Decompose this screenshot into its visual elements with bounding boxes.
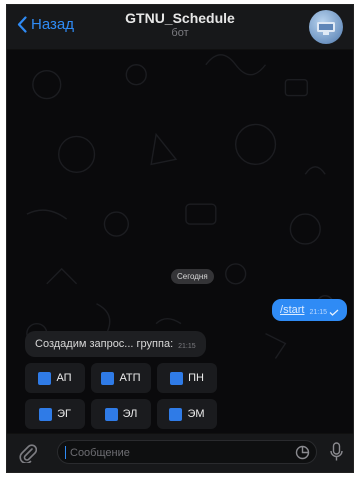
microphone-icon <box>330 442 343 461</box>
keyboard-button-eg[interactable]: ЭГ <box>25 399 85 429</box>
incoming-message[interactable]: Создадим запрос... группа: 21:15 <box>25 331 206 357</box>
text-caret <box>65 446 66 459</box>
blue-square-icon <box>39 407 53 421</box>
keyboard-button-label: ЭМ <box>187 408 205 420</box>
keyboard-button-label: АП <box>56 372 72 384</box>
blue-square-icon <box>169 407 183 421</box>
sticker-icon <box>295 445 310 460</box>
outgoing-message-text[interactable]: /start <box>280 304 304 316</box>
keyboard-button-label: ЭЛ <box>122 408 138 420</box>
keyboard-button-el[interactable]: ЭЛ <box>91 399 151 429</box>
paperclip-icon <box>19 444 38 464</box>
keyboard-button-label: ЭГ <box>57 408 71 420</box>
chat-title-block[interactable]: GTNU_Schedule бот <box>7 9 353 40</box>
keyboard-button-label: АТП <box>119 372 141 384</box>
avatar-image <box>317 22 335 35</box>
incoming-message-time: 21:15 <box>178 343 196 350</box>
blue-square-icon <box>170 371 184 385</box>
keyboard-row: ЭГ ЭЛ ЭМ <box>25 399 315 429</box>
voice-message-button[interactable] <box>330 442 343 467</box>
chat-title: GTNU_Schedule <box>125 10 235 26</box>
keyboard-button-atp[interactable]: АТП <box>91 363 151 393</box>
chat-header: Назад GTNU_Schedule бот <box>7 5 353 50</box>
outgoing-message-time: 21:15 <box>309 309 327 316</box>
sticker-button[interactable] <box>295 445 310 465</box>
keyboard-button-ap[interactable]: АП <box>25 363 85 393</box>
chat-subtitle: бот <box>171 27 189 39</box>
message-input-field[interactable] <box>57 440 317 464</box>
outgoing-message[interactable]: /start 21:15 <box>272 299 347 321</box>
keyboard-button-pn[interactable]: ПН <box>157 363 217 393</box>
blue-square-icon <box>104 407 118 421</box>
read-check-icon <box>329 309 339 316</box>
message-composer <box>7 433 353 472</box>
keyboard-button-em[interactable]: ЭМ <box>157 399 217 429</box>
date-separator: Сегодня <box>171 269 214 284</box>
blue-square-icon <box>38 371 52 385</box>
chat-screen: Назад GTNU_Schedule бот Сегодня /start 2… <box>6 4 354 473</box>
inline-keyboard: АП АТП ПН ЭГ ЭЛ ЭМ <box>25 363 315 435</box>
incoming-message-text: Создадим запрос... группа: <box>35 338 174 350</box>
keyboard-row: АП АТП ПН <box>25 363 315 393</box>
bot-avatar[interactable] <box>309 10 343 44</box>
blue-square-icon <box>101 371 115 385</box>
attach-button[interactable] <box>19 443 38 468</box>
message-input[interactable] <box>68 444 272 462</box>
keyboard-button-label: ПН <box>188 372 204 384</box>
